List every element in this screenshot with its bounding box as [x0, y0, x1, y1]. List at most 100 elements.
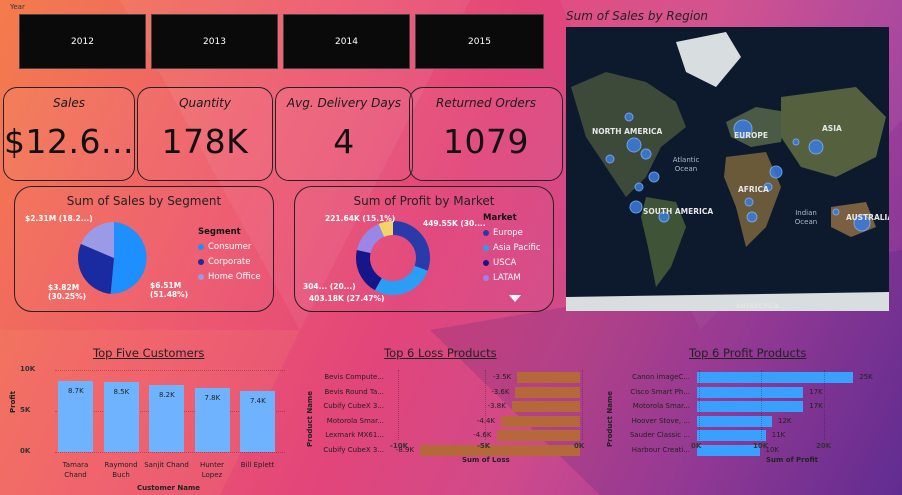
segment-label-home-office: $2.31M (18.2...) — [25, 214, 93, 223]
grid-line — [55, 452, 285, 453]
bar[interactable] — [697, 430, 766, 441]
x-tick: -10K — [390, 442, 409, 450]
grid-line — [761, 370, 762, 440]
segment-label-corporate: $3.82M (30.25%) — [48, 283, 87, 301]
market-legend: Market Europe Asia Pacific USCA LATAM — [483, 213, 541, 283]
bar[interactable] — [511, 401, 580, 412]
kpi-quantity-value: 178K — [161, 122, 249, 161]
bar[interactable] — [497, 430, 580, 441]
x-tick: -5K — [477, 442, 491, 450]
legend-dot-icon — [483, 275, 489, 281]
legend-item-latam[interactable]: LATAM — [483, 273, 541, 283]
grid-line — [55, 370, 285, 371]
year-2013-button[interactable]: 2013 — [151, 14, 278, 69]
map-attribution[interactable]: Microsoft Bing © 2023 TomTom, Earthstar … — [568, 301, 888, 307]
sales-region-map[interactable]: NORTH AMERICA EUROPE ASIA AFRICA SOUTH A… — [566, 27, 889, 311]
data-label: 7.4K — [250, 397, 266, 406]
data-label: 25K — [859, 373, 873, 381]
category-label: Lexmark MX61... — [325, 431, 384, 439]
profit-products-title: Top 6 Profit Products — [689, 346, 807, 360]
map-label-north-america: NORTH AMERICA — [592, 127, 663, 136]
year-2012-button[interactable]: 2012 — [19, 14, 146, 69]
grid-line — [485, 370, 486, 440]
data-label: -3.5K — [493, 373, 512, 381]
category-label: Bevis Compute... — [324, 373, 384, 381]
year-2015-button[interactable]: 2015 — [415, 14, 544, 69]
bar[interactable] — [517, 372, 580, 383]
legend-item-europe[interactable]: Europe — [483, 228, 541, 238]
year-2014-button[interactable]: 2014 — [283, 14, 410, 69]
map-label-africa: AFRICA — [738, 185, 769, 194]
kpi-delivery-title: Avg. Delivery Days — [286, 96, 402, 110]
category-label: Bevis Round Ta... — [324, 387, 384, 396]
category-label: Cubify CubeX 3... — [323, 445, 384, 454]
bar[interactable] — [697, 444, 760, 456]
data-label: 8.5K — [113, 388, 130, 397]
loss-products-title: Top 6 Loss Products — [384, 346, 497, 360]
category-label: Bill Eplett — [240, 461, 275, 469]
kpi-returns-title: Returned Orders — [436, 96, 536, 110]
x-tick: 10K — [753, 442, 769, 450]
data-label: 17K — [809, 402, 823, 410]
bar[interactable] — [697, 401, 804, 412]
bar[interactable] — [500, 415, 580, 427]
kpi-sales-value: $12.6... — [4, 122, 134, 161]
category-label: Motorola Smar... — [632, 402, 690, 410]
market-label-europe: 449.55K (30.... — [423, 219, 486, 228]
data-label: 8.2K — [159, 390, 175, 399]
market-donut-chart[interactable] — [353, 218, 433, 298]
bar[interactable] — [697, 386, 804, 398]
profit-products-chart[interactable]: Product Name Canon imageC... 25K Cisco Smar… — [600, 360, 902, 495]
y-tick: 0K — [20, 447, 31, 455]
data-label: 17K — [809, 387, 823, 396]
segment-label-consumer: $6.51M (51.48%) — [150, 281, 189, 299]
category-label: Cubify CubeX 3... — [323, 402, 384, 410]
loss-products-chart[interactable]: Product Name Bevis Compute... -3.5K Bevis R… — [290, 360, 600, 495]
map-label-asia: ASIA — [822, 124, 842, 133]
category-label: Raymond Buch — [104, 461, 138, 479]
legend-item-asia-pacific[interactable]: Asia Pacific — [483, 243, 541, 253]
grid-line — [582, 370, 583, 440]
y-tick: 10K — [20, 365, 36, 373]
map-label-australia: AUSTRALIA — [846, 213, 889, 222]
market-label-latam: 221.64K (15.1%) — [325, 214, 396, 223]
kpi-quantity-card: Quantity 178K — [137, 87, 273, 181]
legend-item-usca[interactable]: USCA — [483, 258, 541, 268]
legend-item-home-office[interactable]: Home Office — [198, 272, 261, 282]
data-label: -4.6K — [473, 431, 492, 439]
segment-pie-panel: Sum of Sales by Segment $2.31M (18.2...)… — [14, 186, 274, 312]
category-label: Sanjit Chand — [144, 461, 189, 469]
pie-slice-consumer — [110, 222, 147, 294]
market-legend-title: Market — [483, 213, 517, 223]
category-label: Hoover Stove, ... — [631, 416, 690, 425]
category-label: Sauder Classic ... — [629, 431, 690, 439]
triangle-down-icon[interactable] — [509, 295, 521, 302]
market-donut-title: Sum of Profit by Market — [353, 194, 495, 208]
bar[interactable] — [697, 372, 854, 383]
x-axis-title: Sum of Profit — [766, 456, 818, 464]
map-bubbles — [605, 112, 871, 232]
legend-item-corporate[interactable]: Corporate — [198, 257, 261, 267]
legend-dot-icon — [198, 274, 204, 280]
legend-item-consumer[interactable]: Consumer — [198, 242, 261, 252]
data-label: 8.7K — [68, 386, 84, 395]
map-title: Sum of Sales by Region — [566, 9, 709, 23]
map-label-indian: Indian Ocean — [794, 209, 818, 226]
category-label: Tamara Chand — [62, 461, 89, 479]
bar[interactable] — [515, 386, 580, 398]
top-customers-chart[interactable]: Profit 10K 5K 0K 8.7K Tamara Chand 8.5K Raymond… — [0, 360, 290, 495]
bar[interactable] — [419, 444, 580, 456]
segment-pie-chart[interactable] — [77, 221, 151, 295]
market-label-apac: 403.18K (27.47%) — [309, 294, 385, 303]
kpi-delivery-card: Avg. Delivery Days 4 — [275, 87, 413, 181]
grid-line — [398, 370, 399, 440]
legend-dot-icon — [198, 259, 204, 265]
kpi-quantity-title: Quantity — [179, 96, 231, 110]
year-slicer-label: Year — [10, 3, 25, 11]
category-label: Cisco Smart Ph... — [630, 387, 690, 396]
y-tick: 5K — [20, 406, 31, 414]
segment-legend-title: Segment — [198, 227, 241, 237]
map-label-atlantic: Atlantic Ocean — [672, 156, 700, 173]
legend-dot-icon — [483, 230, 489, 236]
x-axis-title: Sum of Loss — [462, 456, 510, 464]
